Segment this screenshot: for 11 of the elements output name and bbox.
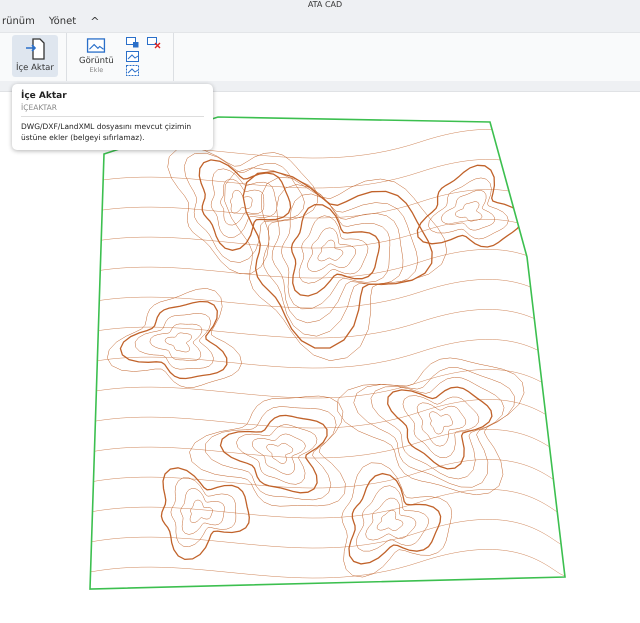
remove-image-icon[interactable] [146, 37, 161, 49]
ribbon-tab[interactable]: rünüm [2, 16, 35, 26]
window-title: ATA CAD [308, 0, 342, 10]
collapse-ribbon-button[interactable]: ^ [90, 14, 100, 28]
image-icon [86, 38, 106, 53]
ribbon-tab[interactable]: Yönet [48, 16, 76, 26]
import-file-icon [24, 38, 45, 60]
import-button[interactable]: İçe Aktar [12, 35, 58, 77]
tooltip-title: İçe Aktar [21, 91, 68, 101]
image-icon[interactable] [126, 51, 139, 62]
image-frame-icon[interactable] [126, 65, 139, 76]
